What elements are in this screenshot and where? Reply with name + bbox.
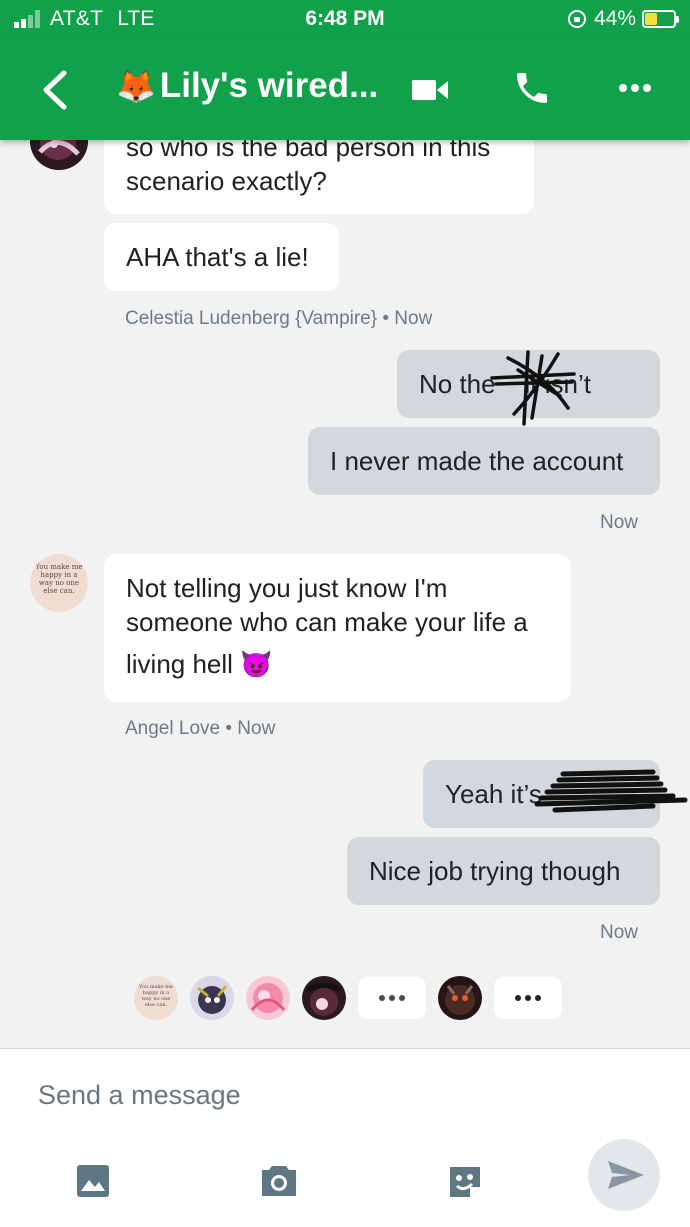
video-camera-icon[interactable]: [410, 75, 450, 105]
message-composer: [0, 1048, 690, 1227]
message-input[interactable]: [38, 1075, 558, 1115]
reader-avatar[interactable]: [190, 976, 234, 1020]
phone-icon[interactable]: [512, 68, 552, 108]
conversation-title-text: Lily's wired...: [159, 66, 379, 105]
message-text: so who is the bad person in this: [126, 140, 491, 162]
message-meta: Celestia Ludenberg {Vampire} • Now: [125, 308, 433, 329]
back-arrow-icon[interactable]: [36, 68, 76, 112]
smiling-imp-emoji-icon: 😈: [240, 649, 273, 679]
more-readers-button[interactable]: [494, 977, 562, 1019]
rotation-lock-icon: [567, 10, 586, 28]
avatar-quote-text: You make me happy in a way no one else c…: [35, 563, 83, 595]
more-horizontal-icon: [513, 995, 543, 1001]
send-button[interactable]: [588, 1139, 660, 1211]
sticker-icon[interactable]: [446, 1163, 484, 1206]
message-text: scenario exactly?: [126, 166, 327, 196]
message-bubble[interactable]: Not telling you just know I'm someone wh…: [104, 554, 571, 702]
more-horizontal-icon: [377, 995, 407, 1001]
message-bubble[interactable]: Nice job trying though: [347, 837, 660, 905]
message-text: Not telling you just know I'm: [126, 573, 448, 603]
battery-fill: [645, 13, 658, 25]
message-bubble[interactable]: so who is the bad person in this scenari…: [104, 140, 534, 214]
status-right: 44%: [567, 7, 679, 31]
avatar-quote-text: You make me happy in a way no one else c…: [139, 984, 173, 1008]
sender-avatar[interactable]: [30, 140, 88, 170]
reader-avatar[interactable]: [438, 976, 482, 1020]
message-list[interactable]: so who is the bad person in this scenari…: [0, 140, 690, 1048]
message-text: Nice job trying though: [369, 856, 621, 886]
message-text: living hell: [126, 649, 233, 679]
reader-avatar[interactable]: [302, 976, 346, 1020]
message-bubble[interactable]: AHA that's a lie!: [104, 223, 339, 291]
read-receipts: You make me happy in a way no one else c…: [134, 975, 574, 1021]
app-bar: 🦊 Lily's wired...: [0, 38, 690, 140]
sender-avatar[interactable]: You make me happy in a way no one else c…: [30, 554, 88, 612]
more-readers-button[interactable]: [358, 977, 426, 1019]
image-icon[interactable]: [76, 1164, 110, 1203]
battery-icon: [642, 10, 679, 28]
message-text: I never made the account: [330, 446, 624, 476]
battery-percent: 44%: [593, 7, 636, 30]
more-horizontal-icon[interactable]: [618, 78, 652, 98]
conversation-title[interactable]: 🦊 Lily's wired...: [116, 66, 378, 106]
message-meta: Now: [599, 512, 638, 533]
fox-emoji-icon: 🦊: [116, 68, 156, 104]
send-icon: [608, 1161, 644, 1189]
message-meta: Now: [599, 922, 638, 943]
message-text: someone who can make your life a: [126, 607, 528, 637]
scribble-redaction: [534, 769, 688, 813]
reader-avatar[interactable]: You make me happy in a way no one else c…: [134, 976, 178, 1020]
reader-avatar[interactable]: [246, 976, 290, 1020]
status-bar: AT&T LTE 6:48 PM 44%: [0, 0, 690, 38]
camera-icon[interactable]: [260, 1162, 298, 1203]
scribble-redaction: [490, 350, 576, 426]
message-text: AHA that's a lie!: [126, 242, 309, 272]
message-bubble[interactable]: I never made the account: [308, 427, 660, 495]
message-text-line: living hell 😈: [126, 647, 549, 681]
message-meta: Angel Love • Now: [125, 718, 276, 739]
